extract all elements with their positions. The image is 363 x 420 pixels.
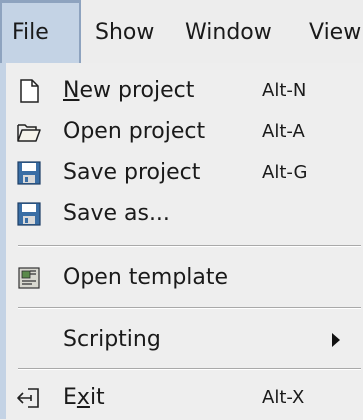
mnemonic-letter: N	[63, 78, 80, 103]
menu-item-exit[interactable]: Exit Alt-X	[6, 376, 363, 420]
label-rest: ew project	[79, 78, 195, 103]
floppy-disk-icon	[17, 202, 41, 226]
floppy-disk-icon	[17, 161, 41, 185]
exit-icon	[17, 388, 39, 408]
menu-file[interactable]: File	[0, 0, 81, 63]
accelerator-label: Alt-N	[262, 80, 307, 101]
menu-item-label: Save as...	[63, 201, 170, 226]
open-folder-icon	[17, 124, 41, 142]
menu-separator	[18, 307, 361, 309]
label-pre: E	[63, 385, 77, 410]
template-icon	[18, 267, 40, 289]
menu-item-label: Exit	[63, 376, 105, 420]
menu-item-save-as[interactable]: Save as...	[6, 192, 363, 236]
menu-show[interactable]: Show	[95, 0, 154, 63]
mnemonic-letter: x	[76, 385, 90, 410]
menu-window[interactable]: Window	[185, 0, 272, 63]
new-document-icon	[20, 79, 39, 103]
menu-item-new-project[interactable]: New project Alt-N	[6, 69, 363, 113]
submenu-arrow-icon	[332, 333, 340, 347]
menu-item-label: Save project	[63, 160, 201, 185]
accelerator-label: Alt-X	[262, 387, 305, 408]
menu-item-label: Scripting	[63, 327, 161, 352]
menu-item-label: Open project	[63, 119, 206, 144]
menu-item-open-template[interactable]: Open template	[6, 256, 363, 300]
menu-item-scripting[interactable]: Scripting	[6, 318, 363, 362]
menu-bar: File Show Window View	[0, 0, 363, 63]
accelerator-label: Alt-G	[262, 162, 308, 183]
menu-item-label: New project	[63, 69, 194, 113]
menu-item-save-project[interactable]: Save project Alt-G	[6, 151, 363, 195]
menu-item-label: Open template	[63, 265, 229, 290]
accelerator-label: Alt-A	[262, 121, 305, 142]
menu-view[interactable]: View	[309, 0, 361, 63]
file-menu-dropdown: New project Alt-N Open project Alt-A Sav…	[0, 63, 363, 419]
menu-separator	[18, 245, 361, 247]
label-rest: it	[89, 385, 105, 410]
menu-item-open-project[interactable]: Open project Alt-A	[6, 110, 363, 154]
menu-separator	[18, 368, 361, 370]
